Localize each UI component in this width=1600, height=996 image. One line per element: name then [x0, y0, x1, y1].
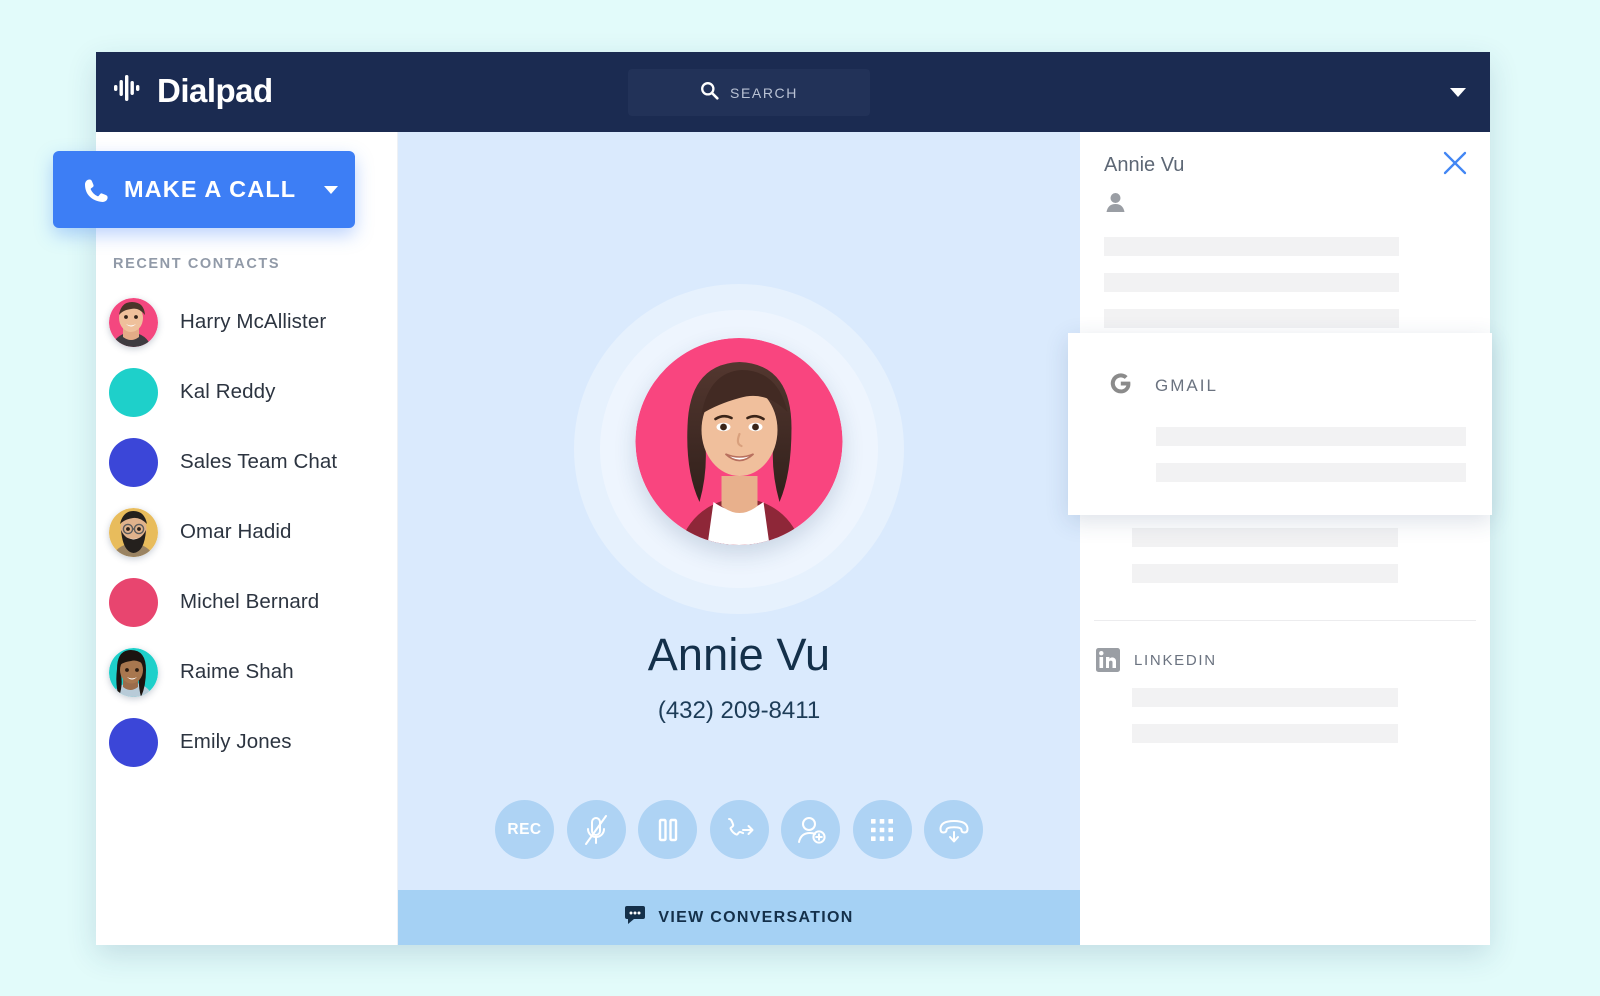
rec-icon[interactable]: REC	[495, 800, 554, 859]
view-conversation-label: VIEW CONVERSATION	[658, 908, 854, 926]
contact-name: Sales Team Chat	[180, 450, 338, 473]
page-root: Dialpad SEARCH RECENT CONTACTS Harry McA…	[0, 0, 1600, 996]
active-call-panel: Annie Vu (432) 209-8411 REC	[398, 132, 1080, 945]
integration-header-linkedin[interactable]: LINKEDIN	[1096, 648, 1217, 672]
placeholder-row	[1104, 309, 1399, 328]
contact-list-item[interactable]: Emily Jones	[96, 707, 398, 777]
placeholder-row	[1132, 564, 1398, 583]
chat-bubble-icon	[624, 906, 646, 929]
placeholder-row	[1132, 688, 1398, 707]
gmail-integration-card[interactable]: GMAIL	[1068, 333, 1492, 515]
app-header: Dialpad SEARCH	[96, 52, 1490, 132]
contact-name: Michel Bernard	[180, 590, 320, 613]
search-input[interactable]: SEARCH	[628, 69, 870, 116]
record-label: REC	[507, 820, 542, 838]
contact-list-item[interactable]: Sales Team Chat	[96, 427, 398, 497]
make-a-call-button[interactable]: MAKE A CALL	[53, 151, 355, 228]
placeholder-row	[1156, 427, 1466, 446]
recent-contacts-heading: RECENT CONTACTS	[113, 256, 281, 272]
contact-name: Kal Reddy	[180, 380, 276, 403]
contact-list-item[interactable]: Harry McAllister	[96, 287, 398, 357]
contact-panel-title: Annie Vu	[1104, 154, 1185, 176]
contact-list-item[interactable]: Omar Hadid	[96, 497, 398, 567]
caller-name: Annie Vu	[647, 629, 831, 680]
placeholder-row	[1104, 273, 1399, 292]
search-icon	[700, 81, 719, 105]
waveform-icon	[114, 74, 148, 107]
call-controls: REC	[398, 800, 1080, 859]
contact-avatar	[109, 507, 158, 557]
sidebar: RECENT CONTACTS Harry McAllister Kal Redd…	[96, 132, 398, 945]
contact-list-item[interactable]: Kal Reddy	[96, 357, 398, 427]
contact-name: Raime Shah	[180, 660, 294, 683]
contact-list-item[interactable]: Raime Shah	[96, 637, 398, 707]
divider	[1094, 620, 1476, 621]
hang-up-icon[interactable]	[924, 800, 983, 859]
brand-name: Dialpad	[157, 72, 273, 109]
pause-icon[interactable]	[638, 800, 697, 859]
placeholder-row	[1132, 528, 1398, 547]
placeholder-row	[1132, 724, 1398, 743]
placeholder-row	[1104, 237, 1399, 256]
contact-name: Omar Hadid	[180, 520, 292, 543]
gmail-card-header: GMAIL	[1106, 369, 1218, 403]
contact-list-item[interactable]: Michel Bernard	[96, 567, 398, 637]
contact-avatar	[109, 367, 158, 417]
contact-avatar	[109, 297, 158, 347]
contact-avatar	[109, 437, 158, 487]
contact-avatar	[109, 717, 158, 767]
phone-icon	[83, 177, 109, 203]
close-icon[interactable]	[1442, 150, 1468, 181]
contact-avatar	[109, 647, 158, 697]
person-icon	[1105, 192, 1126, 218]
contact-name: Emily Jones	[180, 730, 292, 753]
google-g-icon	[1106, 369, 1135, 403]
brand-logo[interactable]: Dialpad	[114, 74, 273, 107]
chevron-down-icon[interactable]	[1450, 88, 1466, 97]
keypad-icon[interactable]	[852, 800, 912, 859]
recent-contacts-list: Harry McAllister Kal Reddy Sales Team Chat…	[96, 287, 398, 777]
call-transfer-icon[interactable]	[709, 800, 769, 859]
search-placeholder: SEARCH	[730, 84, 798, 101]
add-person-icon[interactable]	[781, 800, 840, 859]
caller-avatar	[635, 338, 843, 545]
mic-muted-icon[interactable]	[566, 800, 626, 859]
integration-label: LINKEDIN	[1134, 651, 1217, 669]
contact-details-panel: Annie Vu SALESFORCEZENDESKLINKEDIN	[1080, 132, 1490, 945]
contact-name: Harry McAllister	[180, 310, 327, 333]
chevron-down-icon[interactable]	[324, 185, 339, 194]
placeholder-row	[1156, 463, 1466, 482]
contact-avatar	[109, 577, 158, 627]
linkedin-icon	[1096, 648, 1120, 672]
gmail-label: GMAIL	[1155, 376, 1218, 395]
make-a-call-label: MAKE A CALL	[124, 176, 297, 202]
view-conversation-button[interactable]: VIEW CONVERSATION	[398, 890, 1080, 945]
caller-phone-number: (432) 209-8411	[657, 697, 821, 724]
